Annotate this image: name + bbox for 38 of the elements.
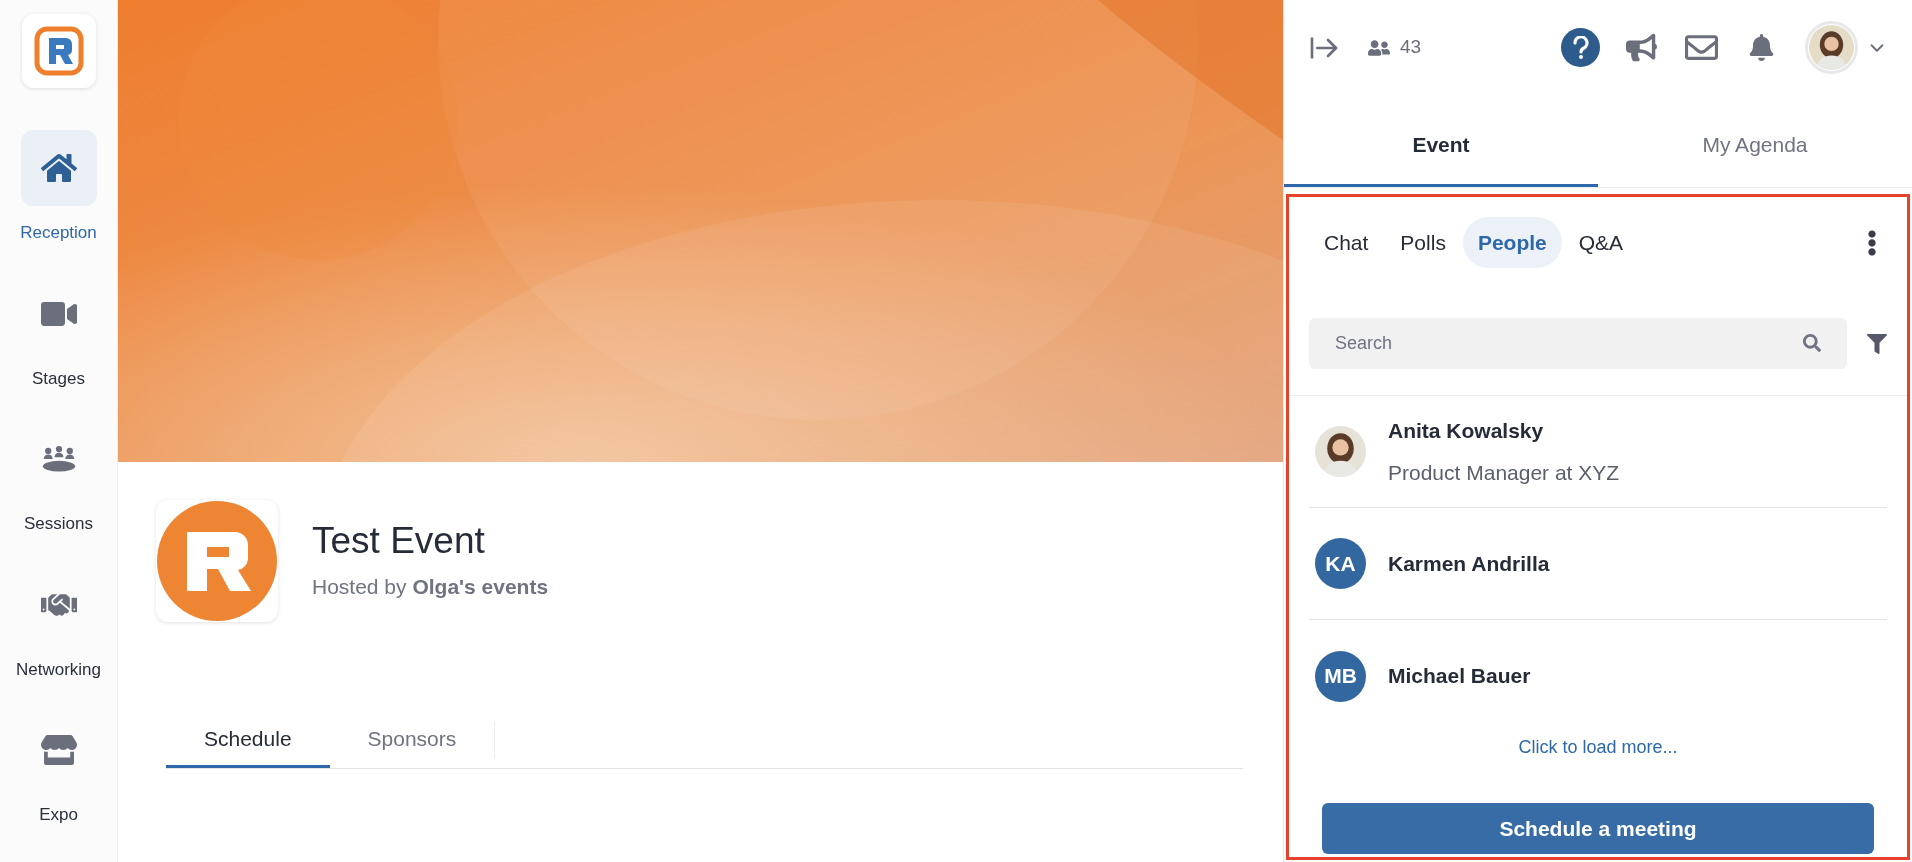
section-tab[interactable]: Sponsors: [329, 712, 495, 768]
person-row[interactable]: KA Karmen Andrilla: [1309, 508, 1887, 620]
help-button[interactable]: [1561, 28, 1600, 67]
schedule-meeting-button[interactable]: Schedule a meeting: [1322, 803, 1874, 854]
store-icon: [40, 732, 77, 768]
person-name: Karmen Andrilla: [1388, 550, 1550, 577]
host-line: Hosted by Olga's events: [312, 574, 549, 601]
panel-tab[interactable]: My Agenda: [1598, 95, 1912, 187]
logo-icon: [33, 26, 84, 76]
filter-icon[interactable]: [1867, 333, 1887, 354]
app-logo[interactable]: [21, 14, 96, 88]
user-avatar[interactable]: [1805, 21, 1858, 74]
load-more-link[interactable]: Click to load more...: [1518, 734, 1678, 761]
attendee-count: 43: [1400, 35, 1422, 60]
person-title: Product Manager at XYZ: [1388, 459, 1620, 486]
initials-avatar: MB: [1315, 650, 1366, 702]
panel-tab[interactable]: Event: [1284, 95, 1598, 187]
event-title: Test Event: [312, 519, 486, 564]
search-icon: [1803, 334, 1821, 352]
megaphone-icon[interactable]: [1626, 32, 1657, 63]
section-tab[interactable]: Schedule: [166, 712, 330, 768]
question-icon: [1571, 35, 1590, 60]
bell-icon[interactable]: [1748, 34, 1775, 61]
person-name: Anita Kowalsky: [1388, 418, 1545, 444]
sub-tab[interactable]: Polls: [1385, 217, 1461, 268]
person-row[interactable]: Anita Kowalsky Product Manager at XYZ: [1309, 396, 1887, 508]
sub-tab[interactable]: Chat: [1309, 217, 1384, 268]
sub-tab[interactable]: People: [1462, 217, 1562, 268]
person-row[interactable]: MB Michael Bauer: [1309, 620, 1887, 732]
search-field[interactable]: Search: [1309, 318, 1847, 369]
sidebar-item[interactable]: Sessions: [0, 421, 117, 537]
sidebar-item[interactable]: Reception: [0, 130, 117, 246]
sidebar-item[interactable]: Expo: [0, 712, 117, 828]
person-name: Michael Bauer: [1388, 663, 1531, 690]
sidebar-item[interactable]: Stages: [0, 275, 117, 391]
sidebar-item[interactable]: Networking: [0, 566, 117, 682]
sub-tab[interactable]: Q&A: [1563, 217, 1639, 268]
initials-avatar: KA: [1315, 538, 1366, 589]
